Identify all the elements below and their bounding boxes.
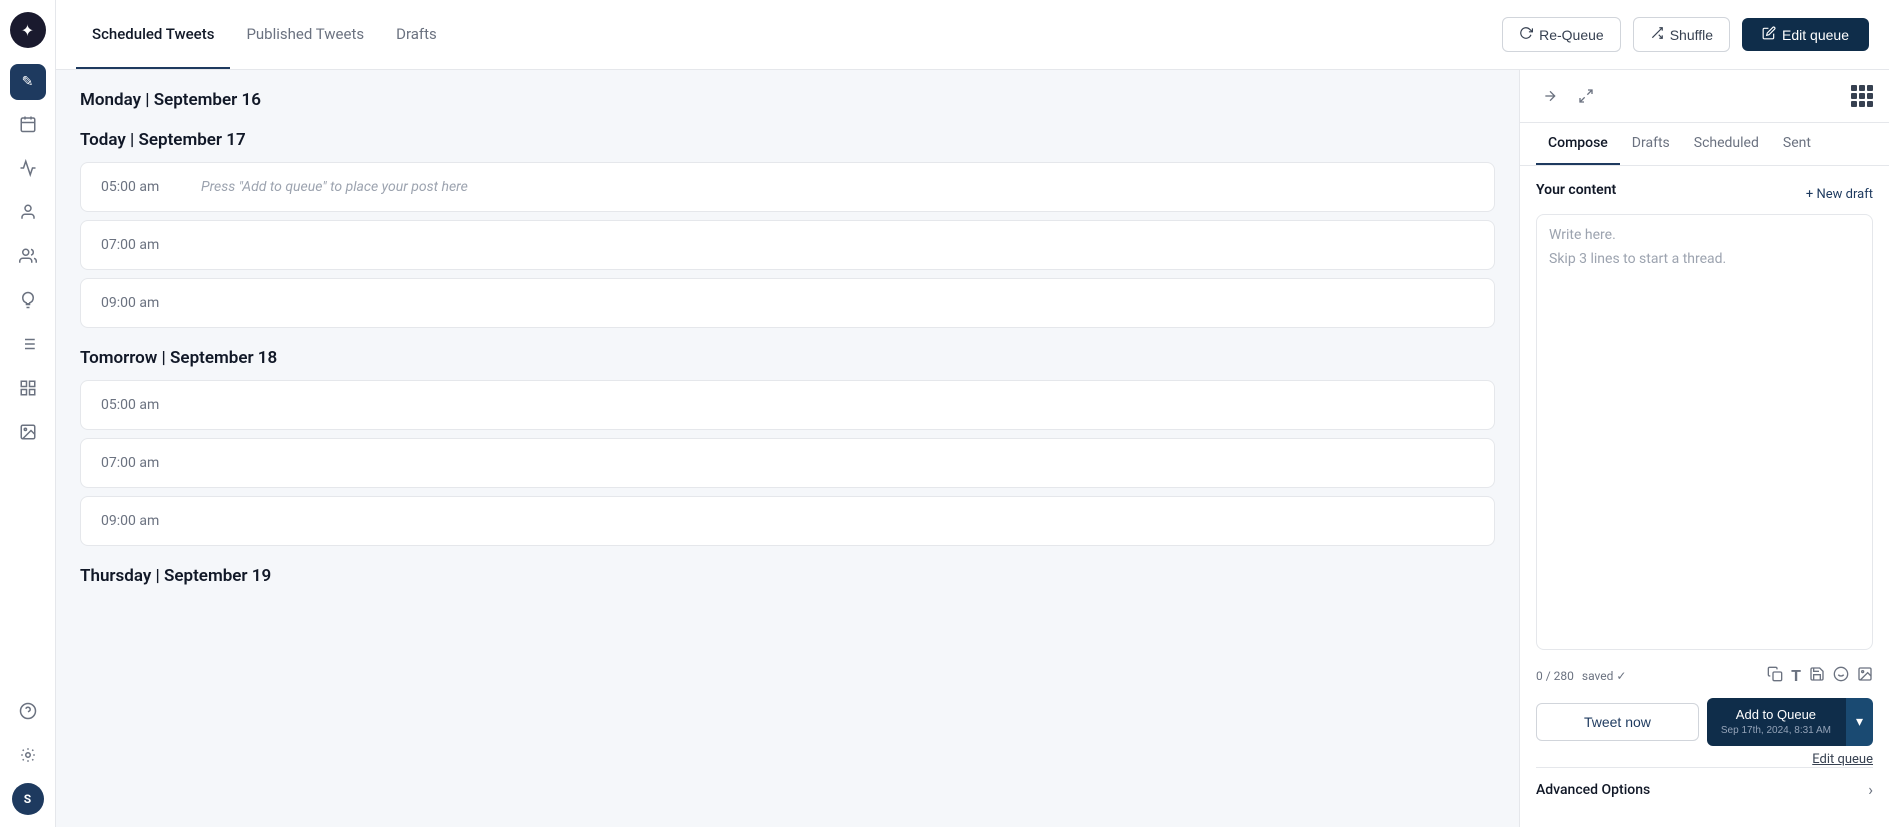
avatar[interactable]: S xyxy=(12,783,44,815)
tab-published-tweets[interactable]: Published Tweets xyxy=(230,1,380,69)
shuffle-icon xyxy=(1650,26,1664,43)
your-content-label: Your content xyxy=(1536,182,1616,198)
day-header-monday: Monday | September 16 xyxy=(80,90,1495,110)
right-panel: Compose Drafts Scheduled Sent Your conte… xyxy=(1519,70,1889,827)
emoji-icon[interactable] xyxy=(1833,666,1849,686)
editor-placeholder: Write here. xyxy=(1549,227,1860,243)
fullscreen-icon[interactable] xyxy=(1572,82,1600,110)
sidebar-item-media[interactable] xyxy=(10,416,46,452)
edit-queue-icon xyxy=(1762,26,1776,43)
edit-button[interactable]: ✎ xyxy=(10,64,46,100)
team-icon xyxy=(19,247,37,269)
help-icon xyxy=(19,702,37,724)
settings-icon xyxy=(19,746,37,768)
slot-time: 07:00 am xyxy=(101,455,181,471)
compose-footer: 0 / 280 saved ✓ T xyxy=(1536,658,1873,686)
main-content: Scheduled Tweets Published Tweets Drafts… xyxy=(56,0,1889,827)
chevron-right-icon: › xyxy=(1868,780,1873,799)
sidebar-item-lists[interactable] xyxy=(10,328,46,364)
time-slot: 05:00 am Press "Add to queue" to place y… xyxy=(80,162,1495,212)
image-icon[interactable] xyxy=(1857,666,1873,686)
time-slot: 07:00 am xyxy=(80,220,1495,270)
tabs: Scheduled Tweets Published Tweets Drafts xyxy=(76,1,1502,69)
people-icon xyxy=(19,203,37,225)
shuffle-button[interactable]: Shuffle xyxy=(1633,17,1730,52)
edit-queue-link[interactable]: Edit queue xyxy=(1536,752,1873,767)
sidebar-item-analytics[interactable] xyxy=(10,152,46,188)
slot-time: 05:00 am xyxy=(101,179,181,195)
compose-tab-compose[interactable]: Compose xyxy=(1536,123,1620,165)
sidebar-item-calendar[interactable] xyxy=(10,108,46,144)
compose-tabs: Compose Drafts Scheduled Sent xyxy=(1520,123,1889,166)
compose-tab-sent[interactable]: Sent xyxy=(1771,123,1823,165)
text-format-icon[interactable]: T xyxy=(1791,666,1801,685)
slot-time: 09:00 am xyxy=(101,513,181,529)
compose-editor[interactable]: Write here. Skip 3 lines to start a thre… xyxy=(1536,214,1873,650)
compose-actions: Tweet now Add to Queue Sep 17th, 2024, 8… xyxy=(1536,698,1873,746)
time-slot: 09:00 am xyxy=(80,496,1495,546)
time-slot: 05:00 am xyxy=(80,380,1495,430)
add-to-queue-button[interactable]: Add to Queue Sep 17th, 2024, 8:31 AM xyxy=(1707,698,1845,746)
compose-tab-scheduled[interactable]: Scheduled xyxy=(1682,123,1771,165)
sidebar: ✦ ✎ xyxy=(0,0,56,827)
calendar-icon xyxy=(19,115,37,137)
sidebar-item-team[interactable] xyxy=(10,240,46,276)
requeue-button[interactable]: Re-Queue xyxy=(1502,17,1621,52)
list-icon xyxy=(19,335,37,357)
slot-time: 09:00 am xyxy=(101,295,181,311)
advanced-options[interactable]: Advanced Options › xyxy=(1536,767,1873,811)
edit-queue-button[interactable]: Edit queue xyxy=(1742,18,1869,51)
sidebar-item-people[interactable] xyxy=(10,196,46,232)
day-header-today: Today | September 17 xyxy=(80,130,1495,150)
expand-left-icon[interactable] xyxy=(1536,82,1564,110)
save-draft-icon[interactable] xyxy=(1809,666,1825,686)
tweet-now-button[interactable]: Tweet now xyxy=(1536,703,1699,741)
grid-view-icon[interactable] xyxy=(1851,85,1873,107)
editor-thread-hint: Skip 3 lines to start a thread. xyxy=(1549,251,1860,267)
time-slot: 09:00 am xyxy=(80,278,1495,328)
day-header-thursday: Thursday | September 19 xyxy=(80,566,1495,586)
tab-drafts[interactable]: Drafts xyxy=(380,1,453,69)
sidebar-item-help[interactable] xyxy=(10,695,46,731)
analytics-icon xyxy=(19,159,37,181)
slot-placeholder: Press "Add to queue" to place your post … xyxy=(201,179,468,195)
time-slot: 07:00 am xyxy=(80,438,1495,488)
tab-scheduled-tweets[interactable]: Scheduled Tweets xyxy=(76,1,230,69)
add-to-queue-group: Add to Queue Sep 17th, 2024, 8:31 AM ▾ xyxy=(1707,698,1873,746)
new-draft-button[interactable]: + New draft xyxy=(1806,187,1873,202)
tabs-bar: Scheduled Tweets Published Tweets Drafts… xyxy=(56,0,1889,70)
widgets-icon xyxy=(19,379,37,401)
char-count: 0 / 280 xyxy=(1536,669,1574,683)
sidebar-item-ideas[interactable] xyxy=(10,284,46,320)
compose-tab-drafts[interactable]: Drafts xyxy=(1620,123,1682,165)
add-to-queue-dropdown-button[interactable]: ▾ xyxy=(1845,698,1873,746)
logo: ✦ xyxy=(10,12,46,48)
slot-time: 07:00 am xyxy=(101,237,181,253)
bulb-icon xyxy=(19,291,37,313)
day-header-tomorrow: Tomorrow | September 18 xyxy=(80,348,1495,368)
slot-time: 05:00 am xyxy=(101,397,181,413)
sidebar-item-widgets[interactable] xyxy=(10,372,46,408)
compose-area: Your content + New draft Write here. Ski… xyxy=(1520,166,1889,827)
right-panel-header xyxy=(1520,70,1889,123)
queue-list: Monday | September 16 Today | September … xyxy=(56,70,1519,827)
duplicate-icon[interactable] xyxy=(1767,666,1783,686)
compose-toolbar: T xyxy=(1767,666,1873,686)
tab-actions: Re-Queue Shuffle Edit queue xyxy=(1502,17,1869,52)
requeue-icon xyxy=(1519,26,1533,43)
media-icon xyxy=(19,423,37,445)
saved-indicator: saved ✓ xyxy=(1582,669,1627,683)
content-area: Monday | September 16 Today | September … xyxy=(56,70,1889,827)
sidebar-item-settings[interactable] xyxy=(10,739,46,775)
edit-icon: ✎ xyxy=(22,74,34,90)
